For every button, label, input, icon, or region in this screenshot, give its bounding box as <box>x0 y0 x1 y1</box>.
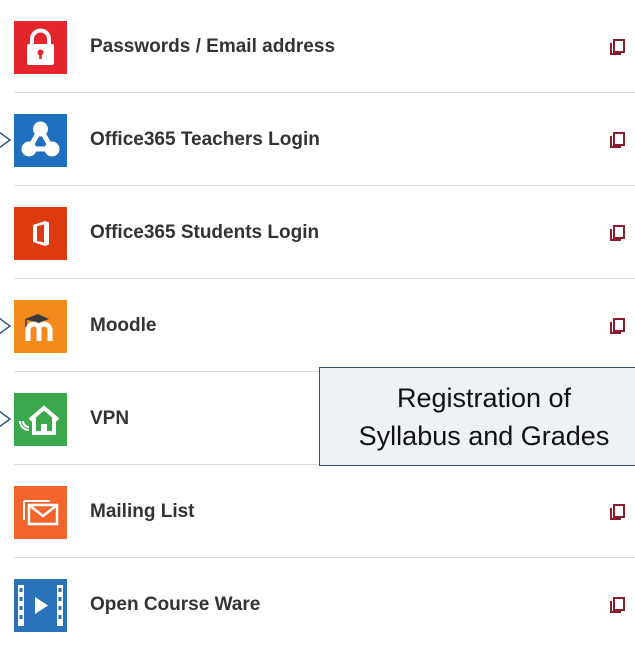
external-link-icon[interactable] <box>609 596 627 614</box>
link-list: Passwords / Email address Office365 Teac… <box>0 0 635 651</box>
callout-line-2: Syllabus and Grades <box>358 421 610 451</box>
callout-line-1: Registration of <box>396 383 572 413</box>
link-label: Mailing List <box>90 500 195 522</box>
external-link-icon[interactable] <box>609 131 627 149</box>
pointer-arrow-icon <box>0 410 12 428</box>
link-label: VPN <box>90 407 130 429</box>
sharepoint-icon <box>14 113 67 167</box>
link-label: Moodle <box>90 314 157 336</box>
external-link-icon[interactable] <box>609 38 627 56</box>
external-link-icon[interactable] <box>609 317 627 335</box>
link-office365-teachers[interactable]: Office365 Teachers Login <box>0 93 635 186</box>
registration-callout: Registration of Syllabus and Grades <box>319 367 635 466</box>
link-office365-students[interactable]: Office365 Students Login <box>0 186 635 279</box>
link-passwords-email[interactable]: Passwords / Email address <box>0 0 635 93</box>
link-open-course-ware[interactable]: Open Course Ware <box>0 558 635 651</box>
moodle-icon <box>14 299 67 353</box>
vpn-home-icon <box>14 392 67 446</box>
film-play-icon <box>14 578 67 632</box>
mail-icon <box>14 485 67 539</box>
pointer-arrow-icon <box>0 317 12 335</box>
external-link-icon[interactable] <box>609 503 627 521</box>
link-label: Open Course Ware <box>90 593 261 615</box>
pointer-arrow-icon <box>0 131 12 149</box>
link-label: Office365 Students Login <box>90 221 320 243</box>
external-link-icon[interactable] <box>609 224 627 242</box>
link-label: Office365 Teachers Login <box>90 128 320 150</box>
link-label: Passwords / Email address <box>90 35 336 57</box>
lock-icon <box>14 20 67 74</box>
link-moodle[interactable]: Moodle <box>0 279 635 372</box>
link-mailing-list[interactable]: Mailing List <box>0 465 635 558</box>
office-icon <box>14 206 67 260</box>
